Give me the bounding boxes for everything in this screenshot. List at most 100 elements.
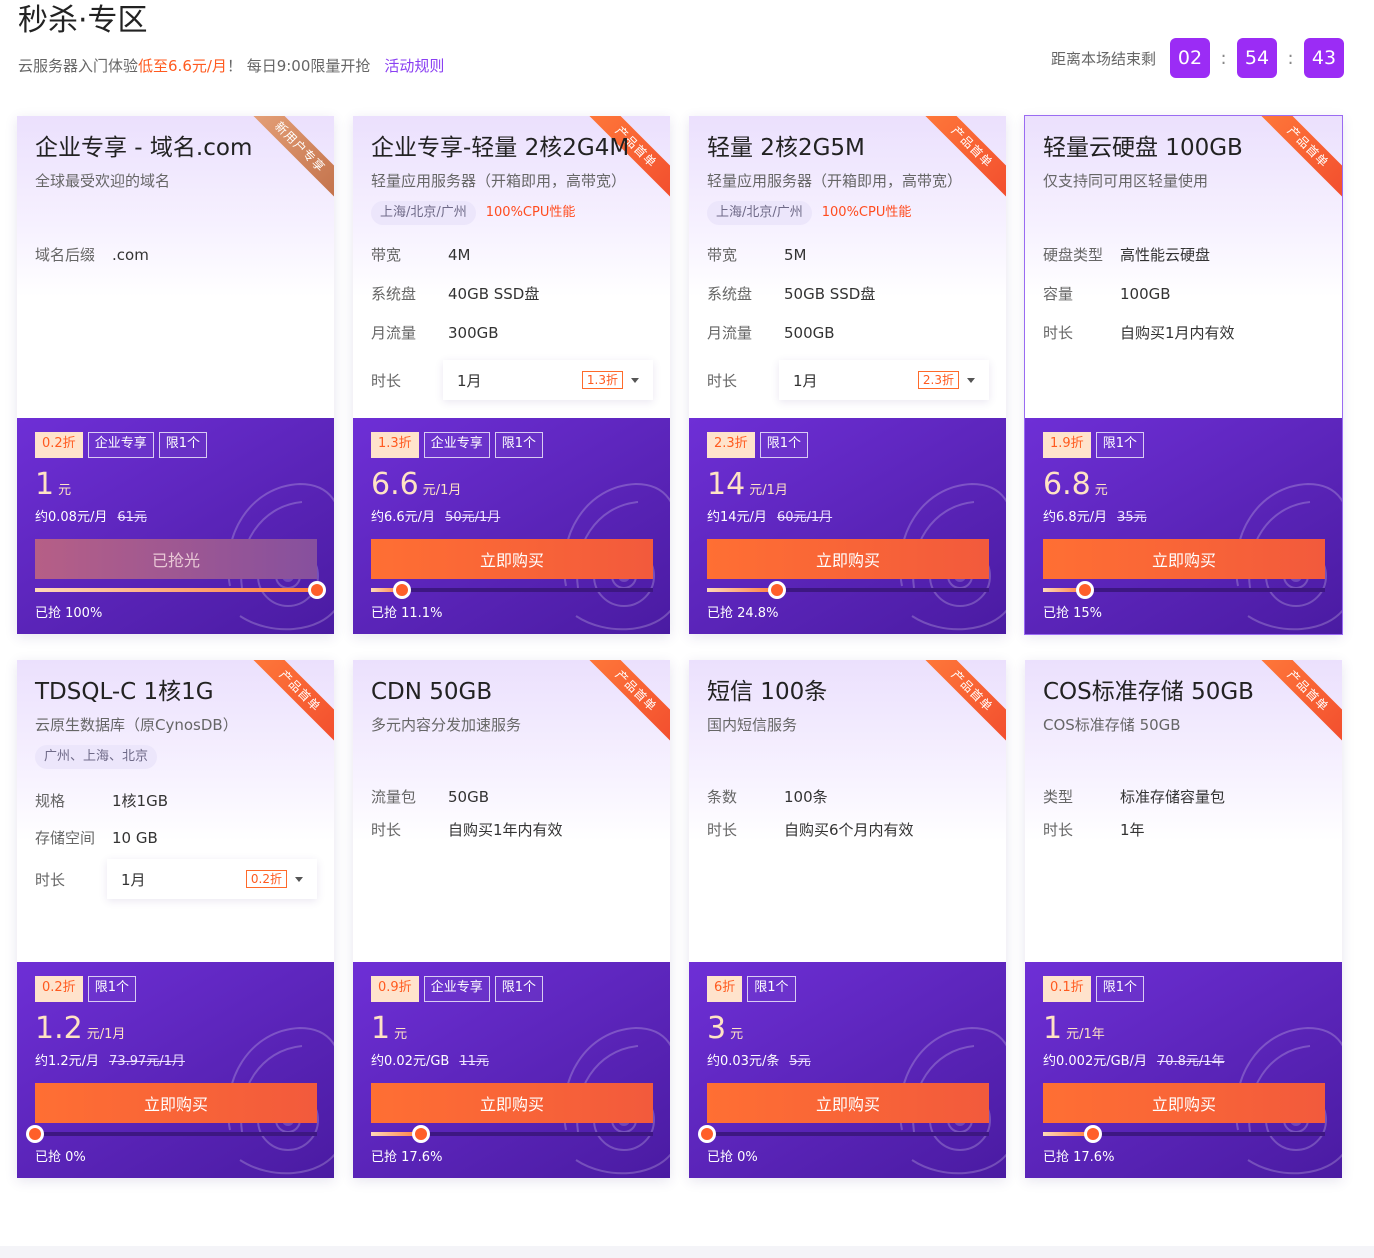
product-description: COS标准存储 50GB xyxy=(1043,716,1181,734)
unit-price: 约0.03元/条 xyxy=(707,1054,780,1069)
buy-now-button[interactable]: 立即购买 xyxy=(371,1083,653,1123)
sold-percentage: 已抢 0% xyxy=(35,1150,86,1165)
sub-price: 约6.6元/月 50元/1月 xyxy=(371,506,500,525)
duration-value: 1月 xyxy=(793,371,818,390)
spec-label: 容量 xyxy=(1043,285,1074,303)
sub-price: 约0.03元/条 5元 xyxy=(707,1050,811,1069)
unit-price: 约6.8元/月 xyxy=(1043,510,1108,525)
price-value: 6.6 xyxy=(371,467,419,502)
product-card[interactable]: 产品首单 CDN 50GB 多元内容分发加速服务 流量包 50GB 时长 自购买1年内有效 0… xyxy=(353,660,670,1178)
price-unit: 元 xyxy=(730,1027,744,1042)
info-badge: 限1个 xyxy=(747,976,796,1002)
buy-now-button[interactable]: 立即购买 xyxy=(371,539,653,579)
activity-rules-link[interactable]: 活动规则 xyxy=(384,57,444,75)
duration-dropdown[interactable]: 1月 2.3折 xyxy=(779,360,989,400)
spec-label: 带宽 xyxy=(371,246,402,264)
spec-row: 类型 标准存储容量包 xyxy=(1043,786,1328,808)
spec-row: 时长 1年 xyxy=(1043,819,1328,841)
duration-label: 时长 xyxy=(35,870,66,889)
countdown-separator: : xyxy=(1220,47,1227,69)
info-badge: 限1个 xyxy=(1095,976,1144,1002)
performance-tag: 100%CPU性能 xyxy=(485,205,576,220)
spec-row: 流量包 50GB xyxy=(371,786,656,808)
price-unit: 元 xyxy=(58,483,72,498)
product-card[interactable]: 产品首单 轻量云硬盘 100GB 仅支持同可用区轻量使用 硬盘类型 高性能云硬盘 容量 10… xyxy=(1024,115,1343,635)
product-name: COS标准存储 50GB xyxy=(1043,679,1254,705)
spec-row: 时长 自购买1月内有效 xyxy=(1043,322,1328,344)
buy-now-button[interactable]: 立即购买 xyxy=(35,1083,317,1123)
spec-row: 时长 自购买1年内有效 xyxy=(371,819,656,841)
duration-dropdown[interactable]: 1月 0.2折 xyxy=(107,859,317,899)
progress-fill xyxy=(707,588,777,592)
discount-badge: 1.3折 xyxy=(371,432,419,458)
chevron-down-icon xyxy=(631,377,639,383)
product-card[interactable]: 产品首单 企业专享-轻量 2核2G4M 轻量应用服务器（开箱即用，高带宽） 上海/北京… xyxy=(353,116,670,634)
sub-price: 约1.2元/月 73.97元/1月 xyxy=(35,1050,185,1069)
sold-out-button[interactable]: 已抢光 xyxy=(35,539,317,579)
buy-now-button[interactable]: 立即购买 xyxy=(1043,539,1325,579)
spec-row: 存储空间 10 GB xyxy=(35,827,320,849)
price: 1元 xyxy=(35,468,71,502)
sold-percentage: 已抢 17.6% xyxy=(1043,1150,1115,1165)
sold-percentage: 已抢 15% xyxy=(1043,606,1103,621)
buy-now-button[interactable]: 立即购买 xyxy=(1043,1083,1325,1123)
price-panel: 0.2折 限1个 1.2 元/1月 约1.2元/月 73.97元/1月 立即购买 已抢 0% xyxy=(17,962,334,1178)
product-description: 仅支持同可用区轻量使用 xyxy=(1043,172,1209,190)
price-value: 1 xyxy=(1043,1011,1063,1046)
spec-row: 系统盘 50GB SSD盘 xyxy=(707,283,992,305)
duration-selector: 时长 1月 1.3折 xyxy=(371,360,653,400)
spec-value: 高性能云硬盘 xyxy=(1120,246,1211,264)
spec-label: 条数 xyxy=(707,788,738,806)
spec-value: 100条 xyxy=(784,788,828,806)
spec-value: 1年 xyxy=(1120,821,1145,839)
duration-value: 1月 xyxy=(121,870,146,889)
spec-label: 时长 xyxy=(1043,324,1074,342)
spec-row: 容量 100GB xyxy=(1043,283,1328,305)
sales-progress-bar xyxy=(1043,581,1325,599)
product-description: 全球最受欢迎的域名 xyxy=(35,172,171,190)
countdown-minutes: 54 xyxy=(1237,38,1277,78)
buy-now-button[interactable]: 立即购买 xyxy=(707,1083,989,1123)
unit-price: 约6.6元/月 xyxy=(371,510,436,525)
badge-list: 0.9折 企业专享 限1个 xyxy=(371,976,543,1002)
sales-progress-bar xyxy=(698,1125,989,1143)
spec-list: 硬盘类型 高性能云硬盘 容量 100GB 时长 自购买1月内有效 xyxy=(1043,244,1328,361)
original-price: 35元 xyxy=(1117,510,1147,525)
spec-row: 条数 100条 xyxy=(707,786,992,808)
sold-percentage: 已抢 24.8% xyxy=(707,606,779,621)
product-card[interactable]: 新用户专享 企业专享 - 域名.com 全球最受欢迎的域名 域名后缀 .com 0.2折企… xyxy=(17,116,334,634)
countdown-hours: 02 xyxy=(1170,38,1210,78)
spec-label: 硬盘类型 xyxy=(1043,246,1104,264)
product-card[interactable]: 产品首单 COS标准存储 50GB COS标准存储 50GB 类型 标准存储容量包 时长 1… xyxy=(1025,660,1342,1178)
price-value: 1.2 xyxy=(35,1011,83,1046)
price: 1元 xyxy=(371,1012,407,1046)
buy-now-button[interactable]: 立即购买 xyxy=(707,539,989,579)
badge-list: 1.9折 限1个 xyxy=(1043,432,1144,458)
spec-label: 月流量 xyxy=(371,324,417,342)
price-unit: 元/1月 xyxy=(749,483,788,498)
product-card[interactable]: 产品首单 轻量 2核2G5M 轻量应用服务器（开箱即用，高带宽） 上海/北京/广州 10… xyxy=(689,116,1006,634)
product-tags: 上海/北京/广州 100%CPU性能 xyxy=(707,201,911,225)
info-badge: 限1个 xyxy=(759,432,808,458)
product-tags: 广州、上海、北京 xyxy=(35,745,158,769)
countdown-separator: : xyxy=(1287,47,1294,69)
product-card[interactable]: 产品首单 TDSQL-C 1核1G 云原生数据库（原CynosDB） 广州、上海、北京… xyxy=(17,660,334,1178)
product-card[interactable]: 产品首单 短信 100条 国内短信服务 条数 100条 时长 自购买6个月内有效 6折 限1个 3… xyxy=(689,660,1006,1178)
spec-list: 条数 100条 时长 自购买6个月内有效 xyxy=(707,786,992,852)
spec-row: 硬盘类型 高性能云硬盘 xyxy=(1043,244,1328,266)
badge-list: 0.1折 限1个 xyxy=(1043,976,1144,1002)
rocket-icon xyxy=(411,1125,430,1143)
sales-progress-bar xyxy=(707,581,989,599)
product-name: CDN 50GB xyxy=(371,679,493,705)
badge-list: 0.2折 企业专享 限1个 xyxy=(35,432,207,458)
original-price: 60元/1月 xyxy=(776,510,833,525)
price-panel: 0.9折 企业专享 限1个 1 元约0.02元/GB 11元 立即购买 已抢 17.6% xyxy=(353,962,670,1178)
spec-label: 时长 xyxy=(707,821,738,839)
discount-badge: 2.3折 xyxy=(707,432,755,458)
price-unit: 元 xyxy=(394,1027,408,1042)
duration-dropdown[interactable]: 1月 1.3折 xyxy=(443,360,653,400)
spec-list: 带宽 5M 系统盘 50GB SSD盘 月流量 500GB xyxy=(707,244,992,361)
spec-value: 300GB xyxy=(448,324,499,342)
sold-percentage: 已抢 17.6% xyxy=(371,1150,443,1165)
price: 6.8 元 xyxy=(1043,468,1108,502)
